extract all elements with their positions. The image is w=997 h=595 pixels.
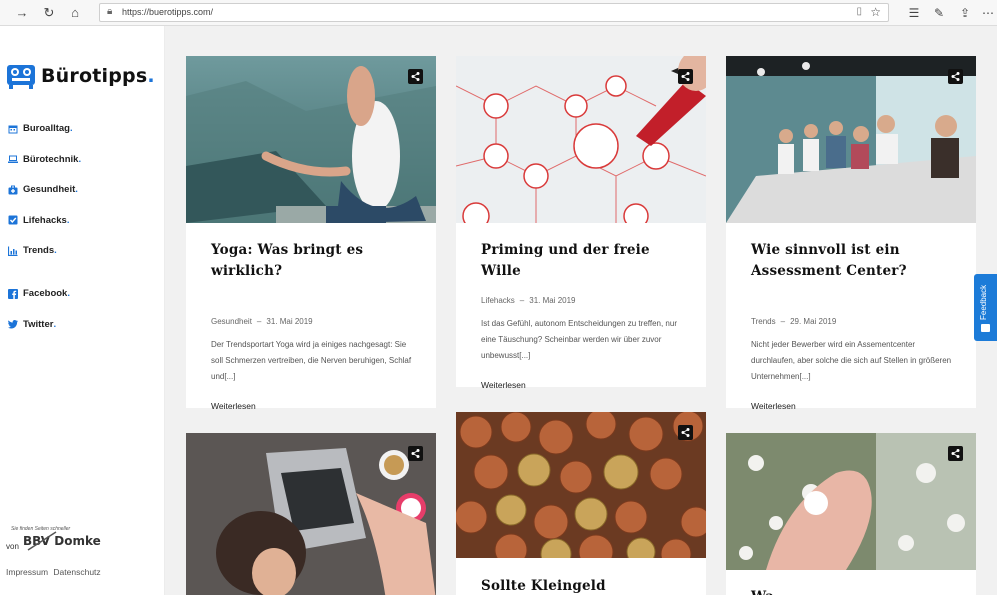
post-excerpt: Nicht jeder Bewerber wird ein Assementce… — [751, 340, 952, 381]
post-card-assessment[interactable]: Wie sinnvoll ist ein Assessment Center? … — [726, 56, 976, 411]
reading-view-icon[interactable]: ▯ — [856, 6, 862, 17]
post-category[interactable]: Lifehacks — [481, 296, 515, 305]
blossom-hand-photo — [726, 433, 976, 570]
post-image-priming[interactable] — [456, 56, 706, 223]
post-title[interactable]: Wa... — [751, 587, 956, 595]
lock-icon: 🔒︎ — [107, 6, 113, 17]
footer-links: Impressum Datenschutz — [6, 567, 104, 577]
post-card-priming[interactable]: Priming und der freie Wille Lifehacks –31… — [456, 56, 706, 390]
post-date: 31. Mai 2019 — [266, 317, 313, 326]
share-browser-icon[interactable]: ⇪ — [956, 4, 974, 22]
post-meta: Gesundheit –31. Mai 2019 — [211, 317, 313, 326]
read-more-link[interactable]: Weiterlesen — [751, 401, 796, 411]
sidebar-item-lifehacks[interactable]: Lifehacks. — [8, 213, 81, 228]
feedback-label: Feedback — [979, 284, 988, 320]
post-title[interactable]: Yoga: Was bringt es wirklich? — [211, 240, 416, 282]
post-grid: Yoga: Was bringt es wirklich? Gesundheit… — [165, 26, 997, 595]
coins-photo — [456, 412, 706, 570]
site-logo[interactable]: Bürotipps. — [6, 62, 155, 90]
sidebar-item-trends[interactable]: Trends. — [8, 243, 81, 258]
post-meta: Lifehacks –31. Mai 2019 — [481, 296, 576, 305]
post-meta: Trends –29. Mai 2019 — [751, 317, 837, 326]
address-url: https://buerotipps.com/ — [122, 7, 214, 17]
bbv-domke-logo[interactable]: Sie finden Seiten schneller von BBV Domk… — [6, 526, 106, 566]
back-arrow-icon[interactable]: → — [13, 4, 31, 22]
feedback-icon — [981, 324, 990, 332]
read-more-link[interactable]: Weiterlesen — [211, 401, 256, 411]
post-card-4[interactable] — [186, 433, 436, 595]
yoga-photo — [186, 56, 436, 223]
medkit-icon — [8, 185, 18, 194]
sidebar-item-label: Buroalltag — [23, 123, 70, 134]
post-card-kleingeld[interactable]: Sollte Kleingeld abgeschafft — [456, 412, 706, 595]
post-excerpt: Der Trendsportart Yoga wird ja einiges n… — [211, 340, 412, 381]
network-diagram-photo — [456, 56, 706, 223]
post-card-6[interactable]: Wa... — [726, 433, 976, 595]
bbv-von: von — [6, 542, 19, 551]
more-menu-icon[interactable]: ⋯ — [979, 4, 997, 22]
social-twitter-link[interactable]: Twitter. — [8, 317, 70, 332]
post-image-kleingeld[interactable] — [456, 412, 706, 579]
laptop-icon — [8, 155, 18, 163]
post-card-yoga[interactable]: Yoga: Was bringt es wirklich? Gesundheit… — [186, 56, 436, 411]
sidebar-item-buroalltag[interactable]: Buroalltag. — [8, 121, 81, 136]
refresh-icon[interactable]: ↻ — [40, 4, 58, 22]
share-icon[interactable] — [408, 69, 423, 84]
sidebar: Bürotipps. Buroalltag. Bürotechnik. Gesu… — [0, 26, 165, 595]
sidebar-item-buerotechnik[interactable]: Bürotechnik. — [8, 152, 81, 167]
share-icon[interactable] — [678, 425, 693, 440]
post-excerpt: Ist das Gefühl, autonom Entscheidungen z… — [481, 319, 677, 360]
favorites-list-icon[interactable]: ☰ — [905, 4, 923, 22]
sidebar-item-label: Trends — [23, 245, 55, 256]
checkbox-icon — [8, 215, 18, 225]
post-image-6[interactable] — [726, 433, 976, 570]
sidebar-item-label: Bürotechnik — [23, 153, 79, 165]
tired-worker-photo — [186, 433, 436, 595]
impressum-link[interactable]: Impressum — [6, 567, 48, 577]
share-icon[interactable] — [678, 69, 693, 84]
share-icon[interactable] — [948, 446, 963, 461]
pen-icon[interactable]: ✎ — [930, 4, 948, 22]
address-bar[interactable]: 🔒︎ https://buerotipps.com/ ▯ ☆ — [99, 3, 889, 22]
read-more-link[interactable]: Weiterlesen — [481, 380, 526, 390]
category-menu: Buroalltag. Bürotechnik. Gesundheit. Lif… — [8, 121, 81, 274]
post-title[interactable]: Priming und der freie Wille — [481, 240, 686, 282]
buerotipps-logo-icon — [7, 65, 35, 89]
social-facebook-link[interactable]: Facebook. — [8, 286, 70, 301]
post-image-4[interactable] — [186, 433, 436, 595]
post-image-yoga[interactable] — [186, 56, 436, 223]
post-title[interactable]: Wie sinnvoll ist ein Assessment Center? — [751, 240, 956, 282]
browser-toolbar: → ↻ ⌂ 🔒︎ https://buerotipps.com/ ▯ ☆ ☰ ✎… — [0, 0, 997, 26]
chart-icon — [8, 246, 18, 256]
bbv-swoosh-icon — [27, 531, 57, 551]
sidebar-item-label: Lifehacks — [23, 214, 67, 226]
sidebar-item-label: Gesundheit — [23, 184, 76, 195]
social-label: Facebook — [23, 288, 68, 299]
favorite-star-icon[interactable]: ☆ — [870, 5, 881, 19]
logo-name: Bürotipps. — [41, 65, 155, 87]
post-title[interactable]: Sollte Kleingeld abgeschafft — [481, 576, 686, 595]
post-image-assessment[interactable] — [726, 56, 976, 223]
twitter-icon — [8, 320, 18, 329]
calendar-icon — [8, 125, 18, 133]
post-date: 29. Mai 2019 — [790, 317, 837, 326]
post-category[interactable]: Trends — [751, 317, 776, 326]
social-links: Facebook. Twitter. — [8, 286, 70, 347]
feedback-tab[interactable]: Feedback — [974, 274, 997, 341]
share-icon[interactable] — [948, 69, 963, 84]
social-label: Twitter — [23, 318, 54, 330]
meeting-room-photo — [726, 56, 976, 223]
sidebar-item-gesundheit[interactable]: Gesundheit. — [8, 182, 81, 197]
facebook-icon — [8, 288, 18, 299]
home-icon[interactable]: ⌂ — [66, 4, 84, 22]
post-date: 31. Mai 2019 — [529, 296, 576, 305]
post-category[interactable]: Gesundheit — [211, 317, 252, 326]
share-icon[interactable] — [408, 446, 423, 461]
datenschutz-link[interactable]: Datenschutz — [53, 567, 100, 577]
